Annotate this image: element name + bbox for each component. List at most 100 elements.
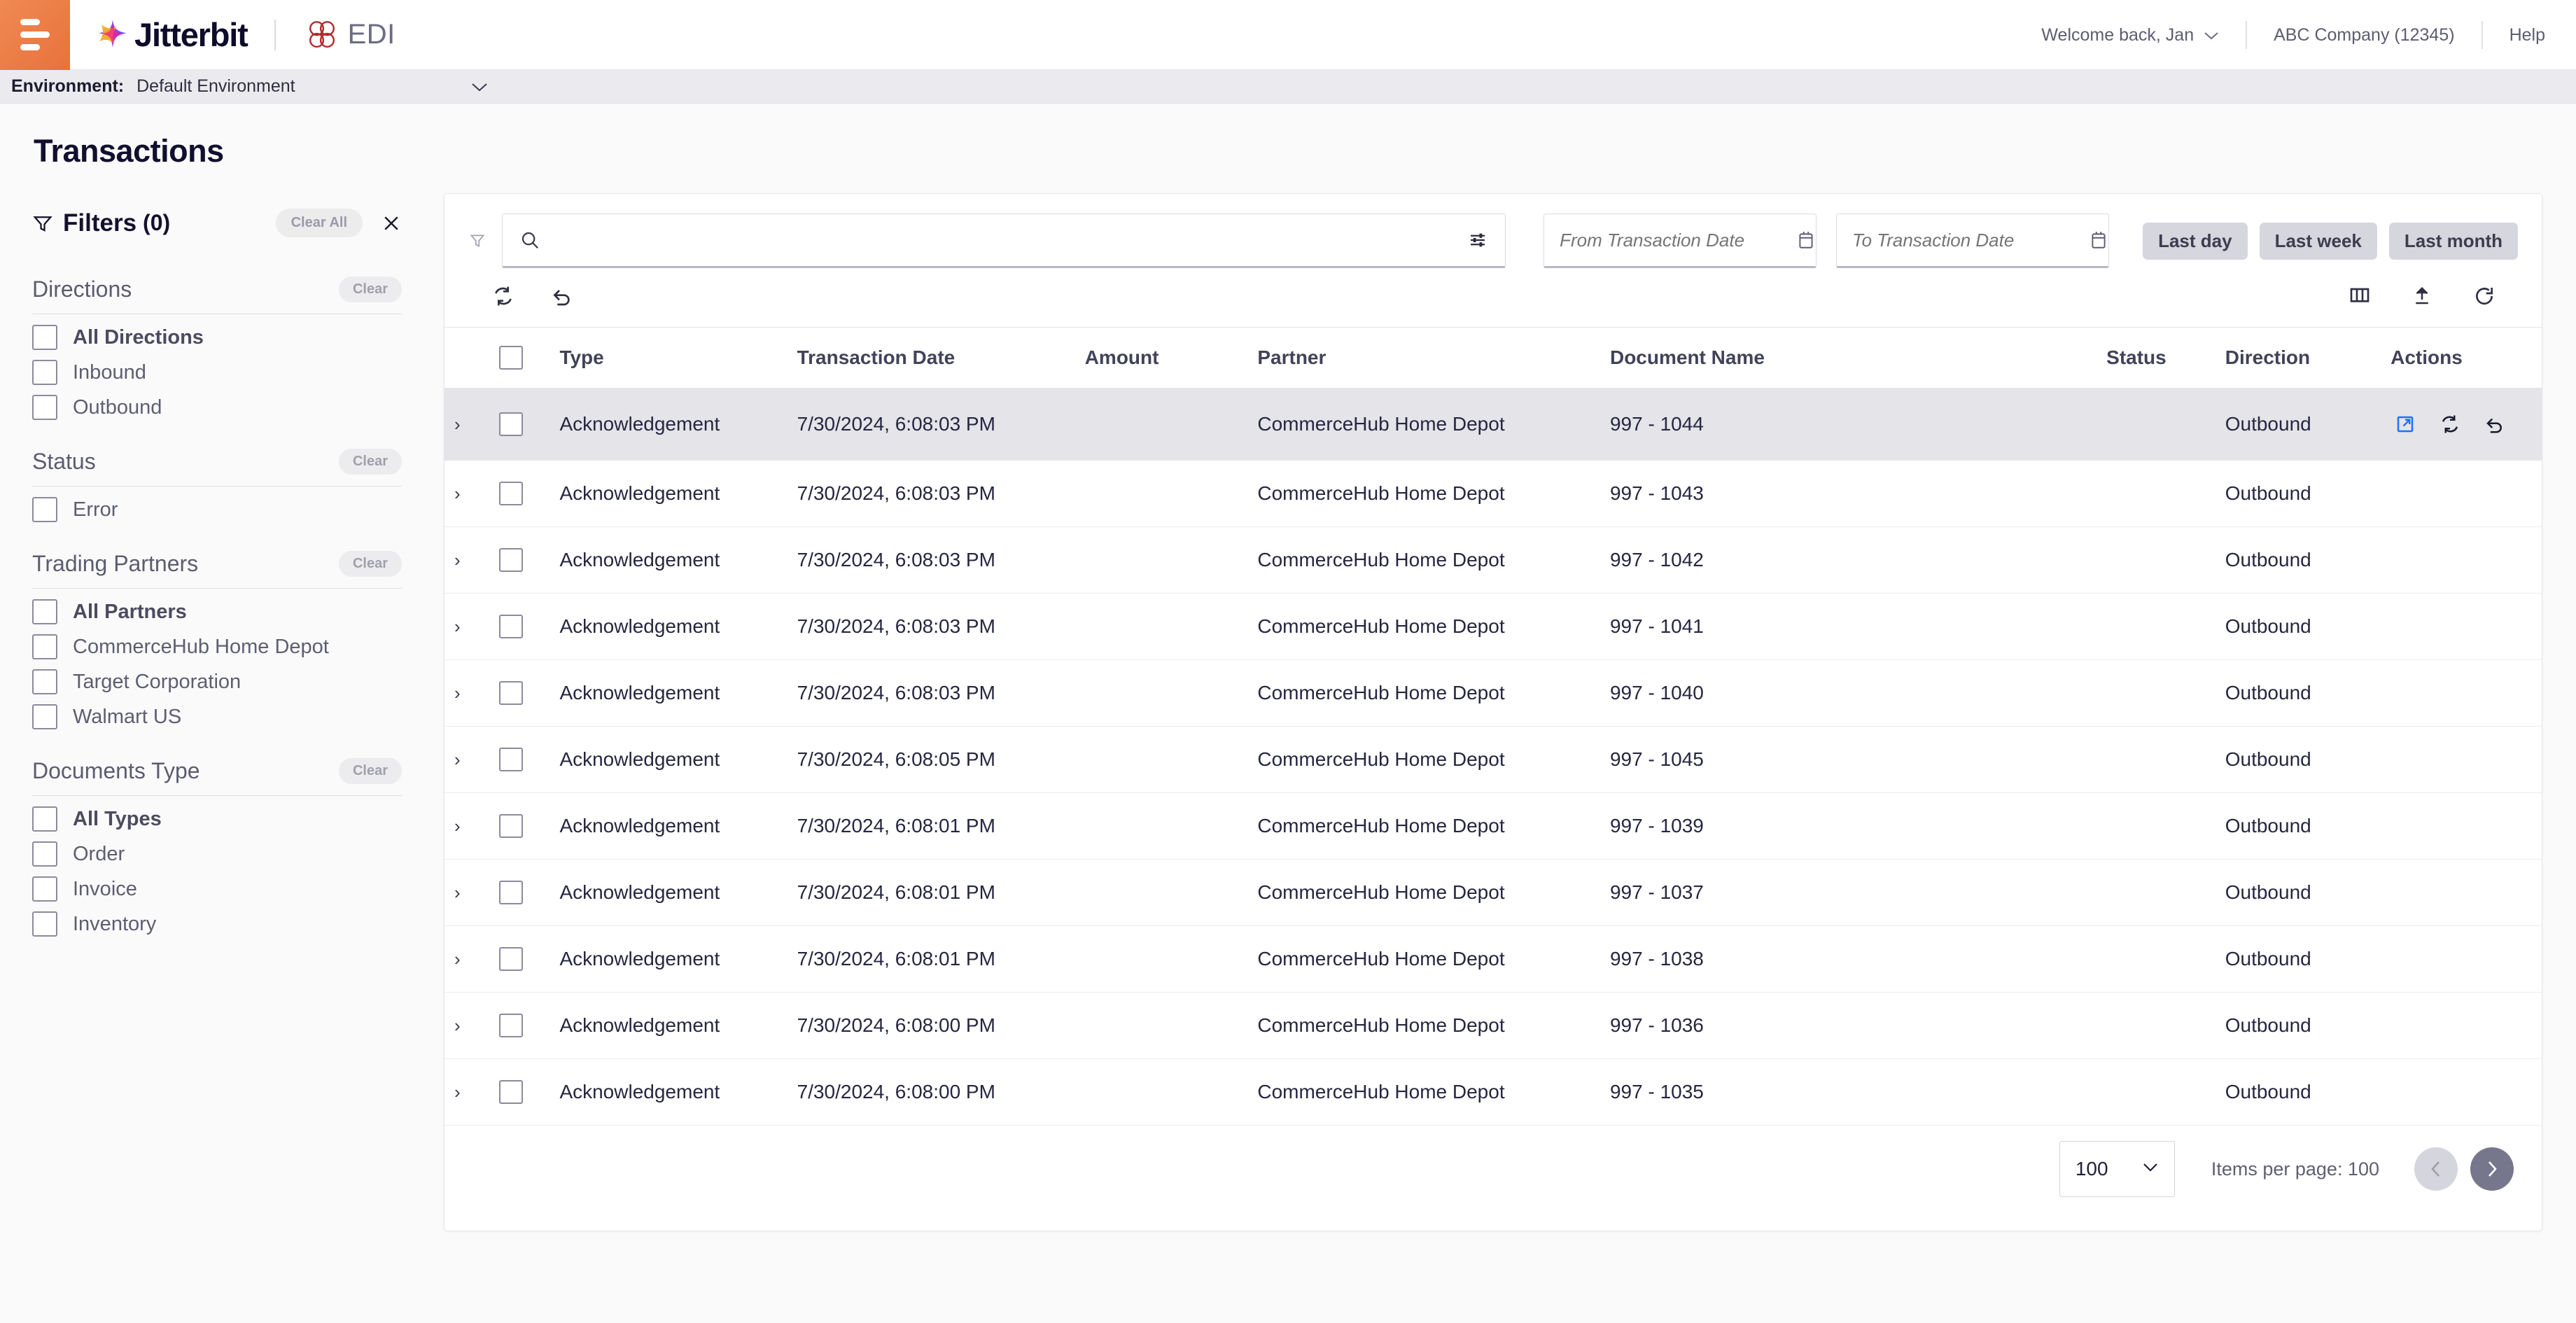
undo-icon[interactable] — [547, 281, 578, 312]
close-icon[interactable] — [381, 213, 402, 234]
row-checkbox[interactable] — [499, 1014, 524, 1037]
filter-checkbox[interactable] — [32, 704, 57, 729]
sliders-settings-icon[interactable] — [1467, 230, 1488, 251]
table-row[interactable]: › Acknowledgement 7/30/2024, 6:08:00 PM Com… — [444, 1058, 2542, 1126]
filter-group-clear-button[interactable]: Clear — [338, 449, 402, 475]
filter-option[interactable]: Outbound — [32, 390, 402, 425]
calendar-icon[interactable] — [2090, 230, 2108, 250]
filter-option[interactable]: All Types — [32, 802, 402, 836]
brand-logo[interactable]: Jitterbit — [94, 15, 248, 54]
filter-funnel-icon[interactable] — [468, 232, 486, 250]
table-row[interactable]: › Acknowledgement 7/30/2024, 6:08:00 PM Com… — [444, 992, 2542, 1059]
row-expand-toggle[interactable]: › — [444, 593, 500, 660]
filter-option[interactable]: All Directions — [32, 320, 402, 355]
date-quick-filter-chip[interactable]: Last day — [2143, 222, 2248, 260]
chevron-right-icon[interactable]: › — [444, 1082, 461, 1102]
date-quick-filter-chip[interactable]: Last month — [2388, 222, 2518, 260]
table-row[interactable]: › Acknowledgement 7/30/2024, 6:08:01 PM Com… — [444, 792, 2542, 860]
from-date-input[interactable] — [1560, 229, 1798, 251]
to-date-input[interactable] — [1852, 229, 2090, 251]
row-select-cell[interactable] — [499, 526, 560, 594]
row-select-cell[interactable] — [499, 659, 560, 727]
chevron-right-icon[interactable]: › — [444, 882, 461, 903]
column-header-type[interactable]: Type — [559, 327, 797, 388]
filter-option[interactable]: Target Corporation — [32, 664, 402, 699]
row-checkbox[interactable] — [499, 1080, 524, 1104]
chevron-right-icon[interactable]: › — [444, 1015, 461, 1036]
chevron-left-icon[interactable] — [2414, 1147, 2458, 1191]
row-expand-toggle[interactable]: › — [444, 792, 500, 860]
from-date-field[interactable] — [1544, 214, 1817, 268]
filter-checkbox[interactable] — [32, 395, 57, 420]
row-expand-toggle[interactable]: › — [444, 859, 500, 926]
row-checkbox[interactable] — [499, 615, 524, 638]
filter-checkbox[interactable] — [32, 599, 57, 624]
chevron-right-icon[interactable]: › — [444, 682, 461, 704]
filter-option[interactable]: CommerceHub Home Depot — [32, 629, 402, 664]
chevron-right-icon[interactable]: › — [444, 414, 461, 435]
row-expand-toggle[interactable]: › — [444, 726, 500, 793]
row-checkbox[interactable] — [499, 681, 524, 705]
search-input[interactable] — [554, 229, 1468, 251]
calendar-icon[interactable] — [1797, 230, 1815, 250]
sync-icon[interactable] — [488, 281, 519, 312]
chevron-right-icon[interactable]: › — [444, 948, 461, 969]
chevron-down-icon[interactable] — [470, 81, 489, 92]
filter-option[interactable]: Walmart US — [32, 699, 402, 734]
row-checkbox[interactable] — [499, 548, 524, 572]
chevron-right-icon[interactable]: › — [444, 616, 461, 637]
filter-checkbox[interactable] — [32, 806, 57, 832]
filter-option[interactable]: Error — [32, 492, 402, 527]
row-select-cell[interactable] — [499, 460, 560, 527]
open-external-icon[interactable] — [2390, 410, 2420, 439]
table-row[interactable]: › Acknowledgement 7/30/2024, 6:08:05 PM Com… — [444, 726, 2542, 793]
filter-checkbox[interactable] — [32, 634, 57, 659]
row-select-cell[interactable] — [499, 992, 560, 1059]
row-select-cell[interactable] — [499, 1058, 560, 1126]
table-row[interactable]: › Acknowledgement 7/30/2024, 6:08:01 PM Com… — [444, 925, 2542, 993]
row-checkbox[interactable] — [499, 947, 524, 971]
chevron-right-icon[interactable]: › — [444, 749, 461, 770]
filter-option[interactable]: Inbound — [32, 355, 402, 390]
select-all-checkbox[interactable] — [499, 346, 524, 370]
columns-icon[interactable] — [2344, 281, 2375, 312]
filter-option[interactable]: Order — [32, 836, 402, 872]
row-checkbox[interactable] — [499, 412, 524, 436]
row-expand-toggle[interactable]: › — [444, 388, 500, 461]
filter-option[interactable]: Inventory — [32, 906, 402, 941]
user-menu[interactable]: Welcome back, Jan — [2041, 25, 2219, 46]
filter-checkbox[interactable] — [32, 841, 57, 867]
filter-group-clear-button[interactable]: Clear — [338, 276, 402, 302]
row-expand-toggle[interactable]: › — [444, 526, 500, 594]
column-header-transaction-date[interactable]: Transaction Date — [797, 327, 1085, 388]
row-expand-toggle[interactable]: › — [444, 925, 500, 993]
reprocess-sync-icon[interactable] — [2435, 410, 2465, 439]
row-select-cell[interactable] — [499, 859, 560, 926]
table-row[interactable]: › Acknowledgement 7/30/2024, 6:08:03 PM Com… — [444, 593, 2542, 660]
table-row[interactable]: › Acknowledgement 7/30/2024, 6:08:03 PM Com… — [444, 460, 2542, 527]
column-header-partner[interactable]: Partner — [1257, 327, 1610, 388]
table-row[interactable]: › Acknowledgement 7/30/2024, 6:08:01 PM Com… — [444, 859, 2542, 926]
product-logo[interactable]: EDI — [302, 15, 396, 55]
table-row[interactable]: › Acknowledgement 7/30/2024, 6:08:03 PM Com… — [444, 659, 2542, 727]
row-select-cell[interactable] — [499, 388, 560, 461]
row-expand-toggle[interactable]: › — [444, 1058, 500, 1126]
chevron-right-icon[interactable] — [2470, 1147, 2514, 1191]
chevron-right-icon[interactable]: › — [444, 483, 461, 504]
hamburger-icon[interactable] — [0, 0, 70, 70]
chevron-right-icon[interactable]: › — [444, 816, 461, 836]
row-select-cell[interactable] — [499, 925, 560, 993]
row-expand-toggle[interactable]: › — [444, 659, 500, 727]
filter-checkbox[interactable] — [32, 360, 57, 385]
row-select-cell[interactable] — [499, 792, 560, 860]
row-expand-toggle[interactable]: › — [444, 992, 500, 1059]
chevron-right-icon[interactable]: › — [444, 550, 461, 570]
row-select-cell[interactable] — [499, 593, 560, 660]
help-link[interactable]: Help — [2510, 25, 2545, 46]
filter-option[interactable]: Invoice — [32, 872, 402, 906]
export-upload-icon[interactable] — [2407, 281, 2437, 312]
page-size-select[interactable]: 100 — [2059, 1141, 2175, 1197]
company-label[interactable]: ABC Company (12345) — [2274, 25, 2454, 46]
filter-checkbox[interactable] — [32, 669, 57, 694]
column-header-amount[interactable]: Amount — [1084, 327, 1258, 388]
